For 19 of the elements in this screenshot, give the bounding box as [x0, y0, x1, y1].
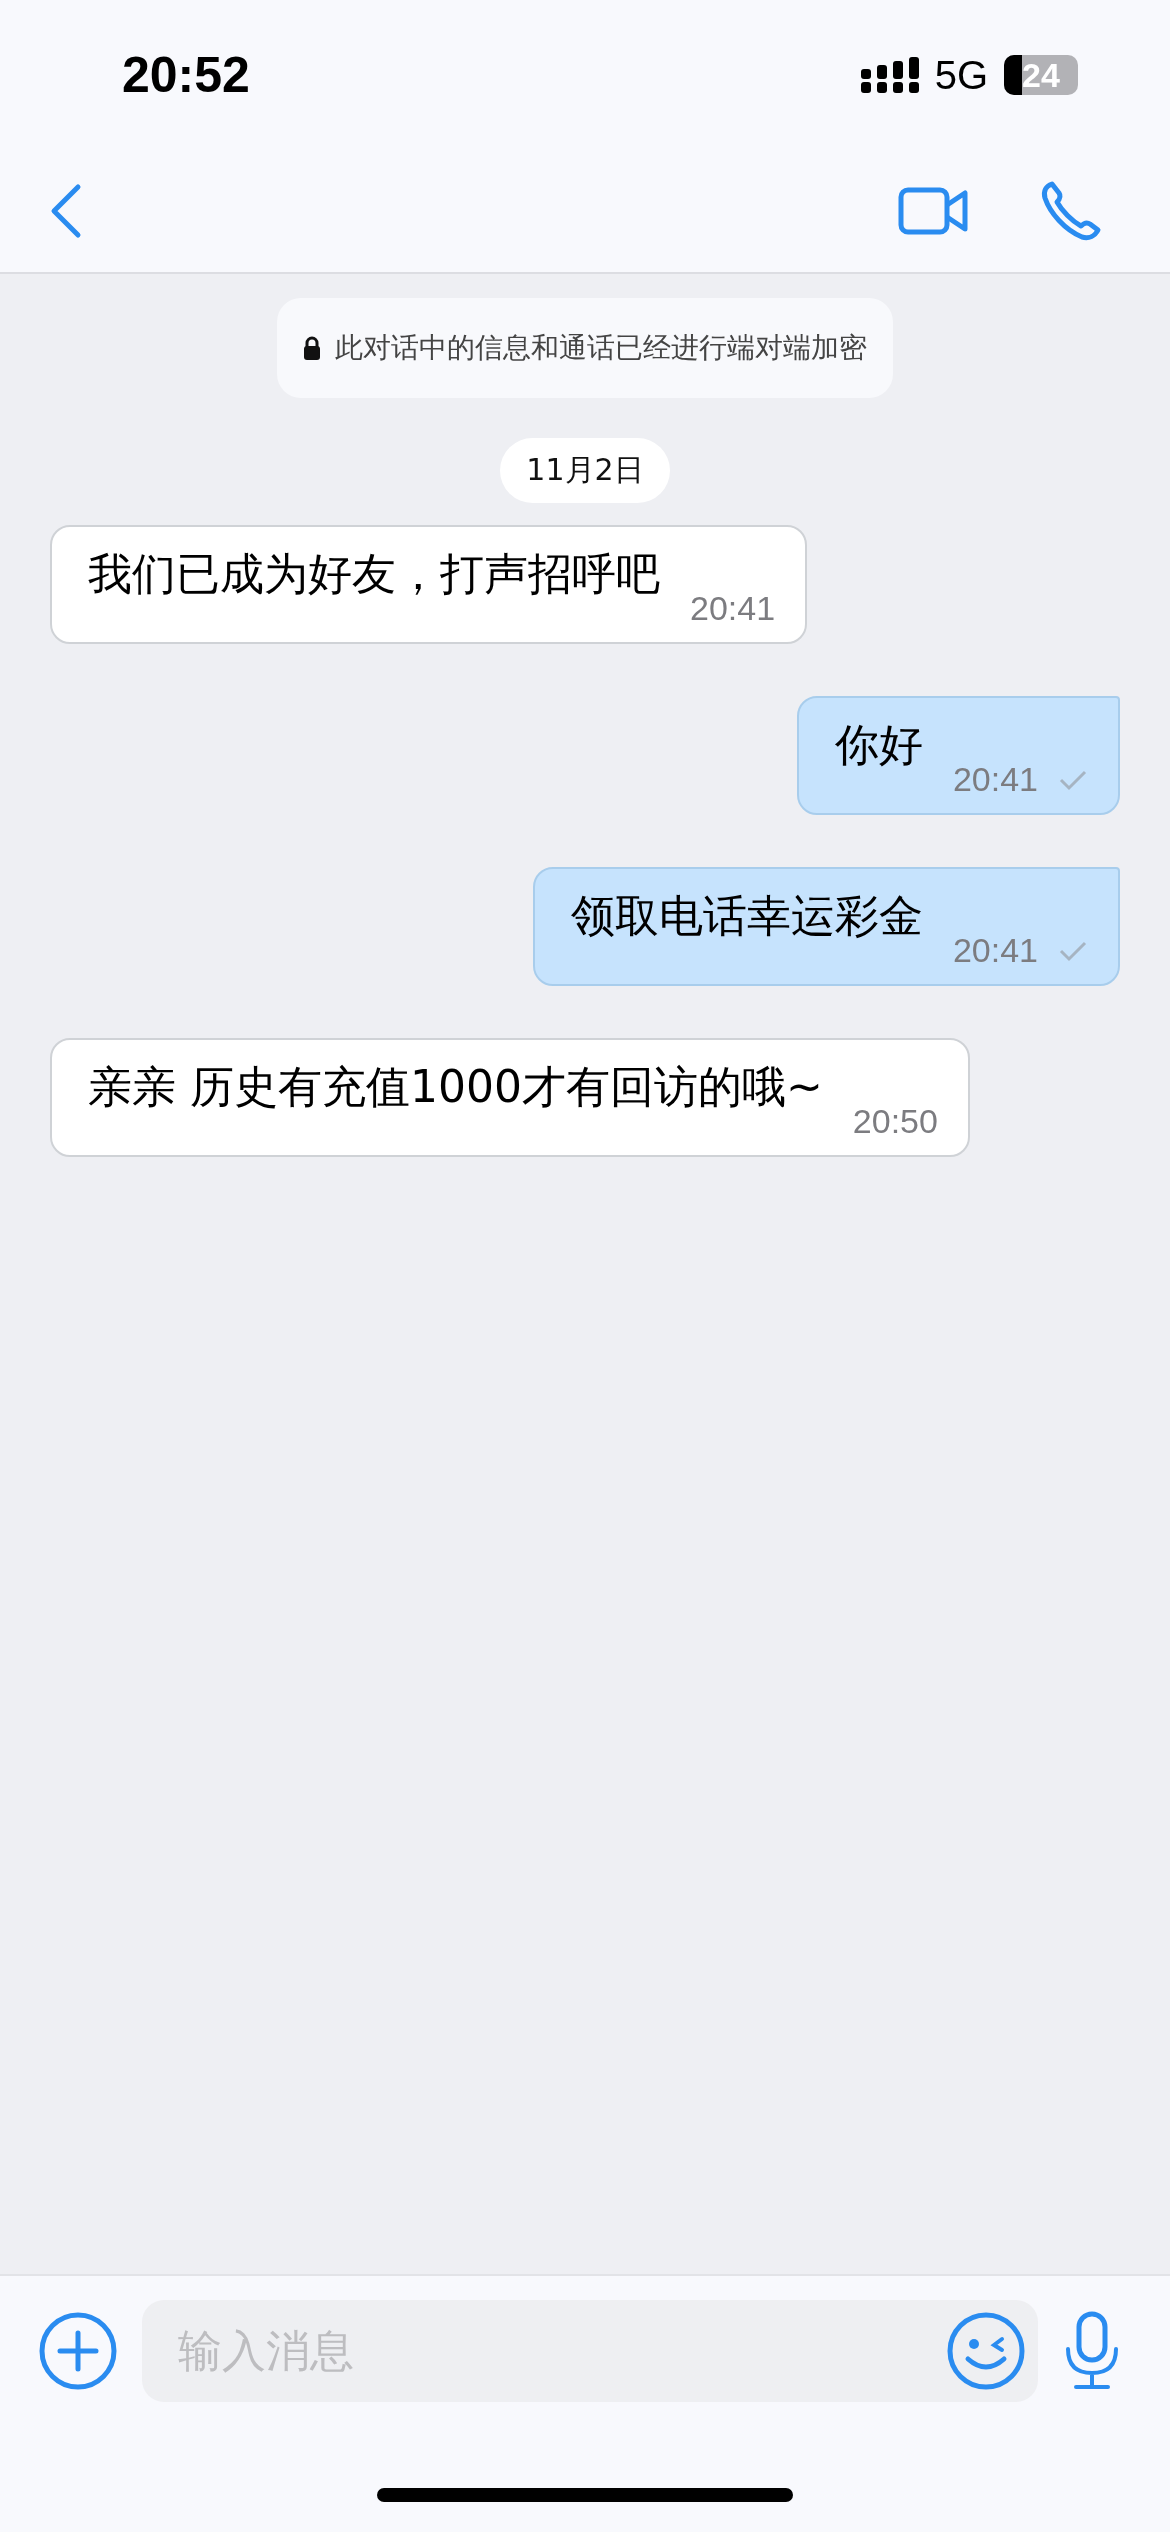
lock-icon	[303, 336, 321, 360]
message-time: 20:41	[952, 760, 1038, 799]
message-time: 20:41	[952, 931, 1038, 970]
battery-icon: 24	[1004, 55, 1078, 95]
add-button[interactable]	[38, 2311, 118, 2391]
emoji-button[interactable]	[946, 2311, 1026, 2391]
phone-call-button[interactable]	[1040, 180, 1102, 242]
message-time: 20:50	[852, 1102, 938, 1141]
date-label: 11月2日	[500, 438, 670, 503]
message-text: 我们已成为好友，打声招呼吧	[88, 547, 660, 601]
video-call-button[interactable]	[898, 185, 970, 237]
message-text: 亲亲 历史有充值1000才有回访的哦~	[88, 1060, 823, 1114]
signal-icon	[860, 57, 919, 93]
network-label: 5G	[934, 52, 988, 98]
status-time: 20:52	[122, 46, 250, 104]
message-text: 领取电话幸运彩金	[570, 889, 923, 943]
encryption-text: 此对话中的信息和通话已经进行端对端加密	[335, 330, 867, 366]
message-text: 你好	[834, 718, 923, 772]
message-time: 20:41	[690, 589, 776, 628]
